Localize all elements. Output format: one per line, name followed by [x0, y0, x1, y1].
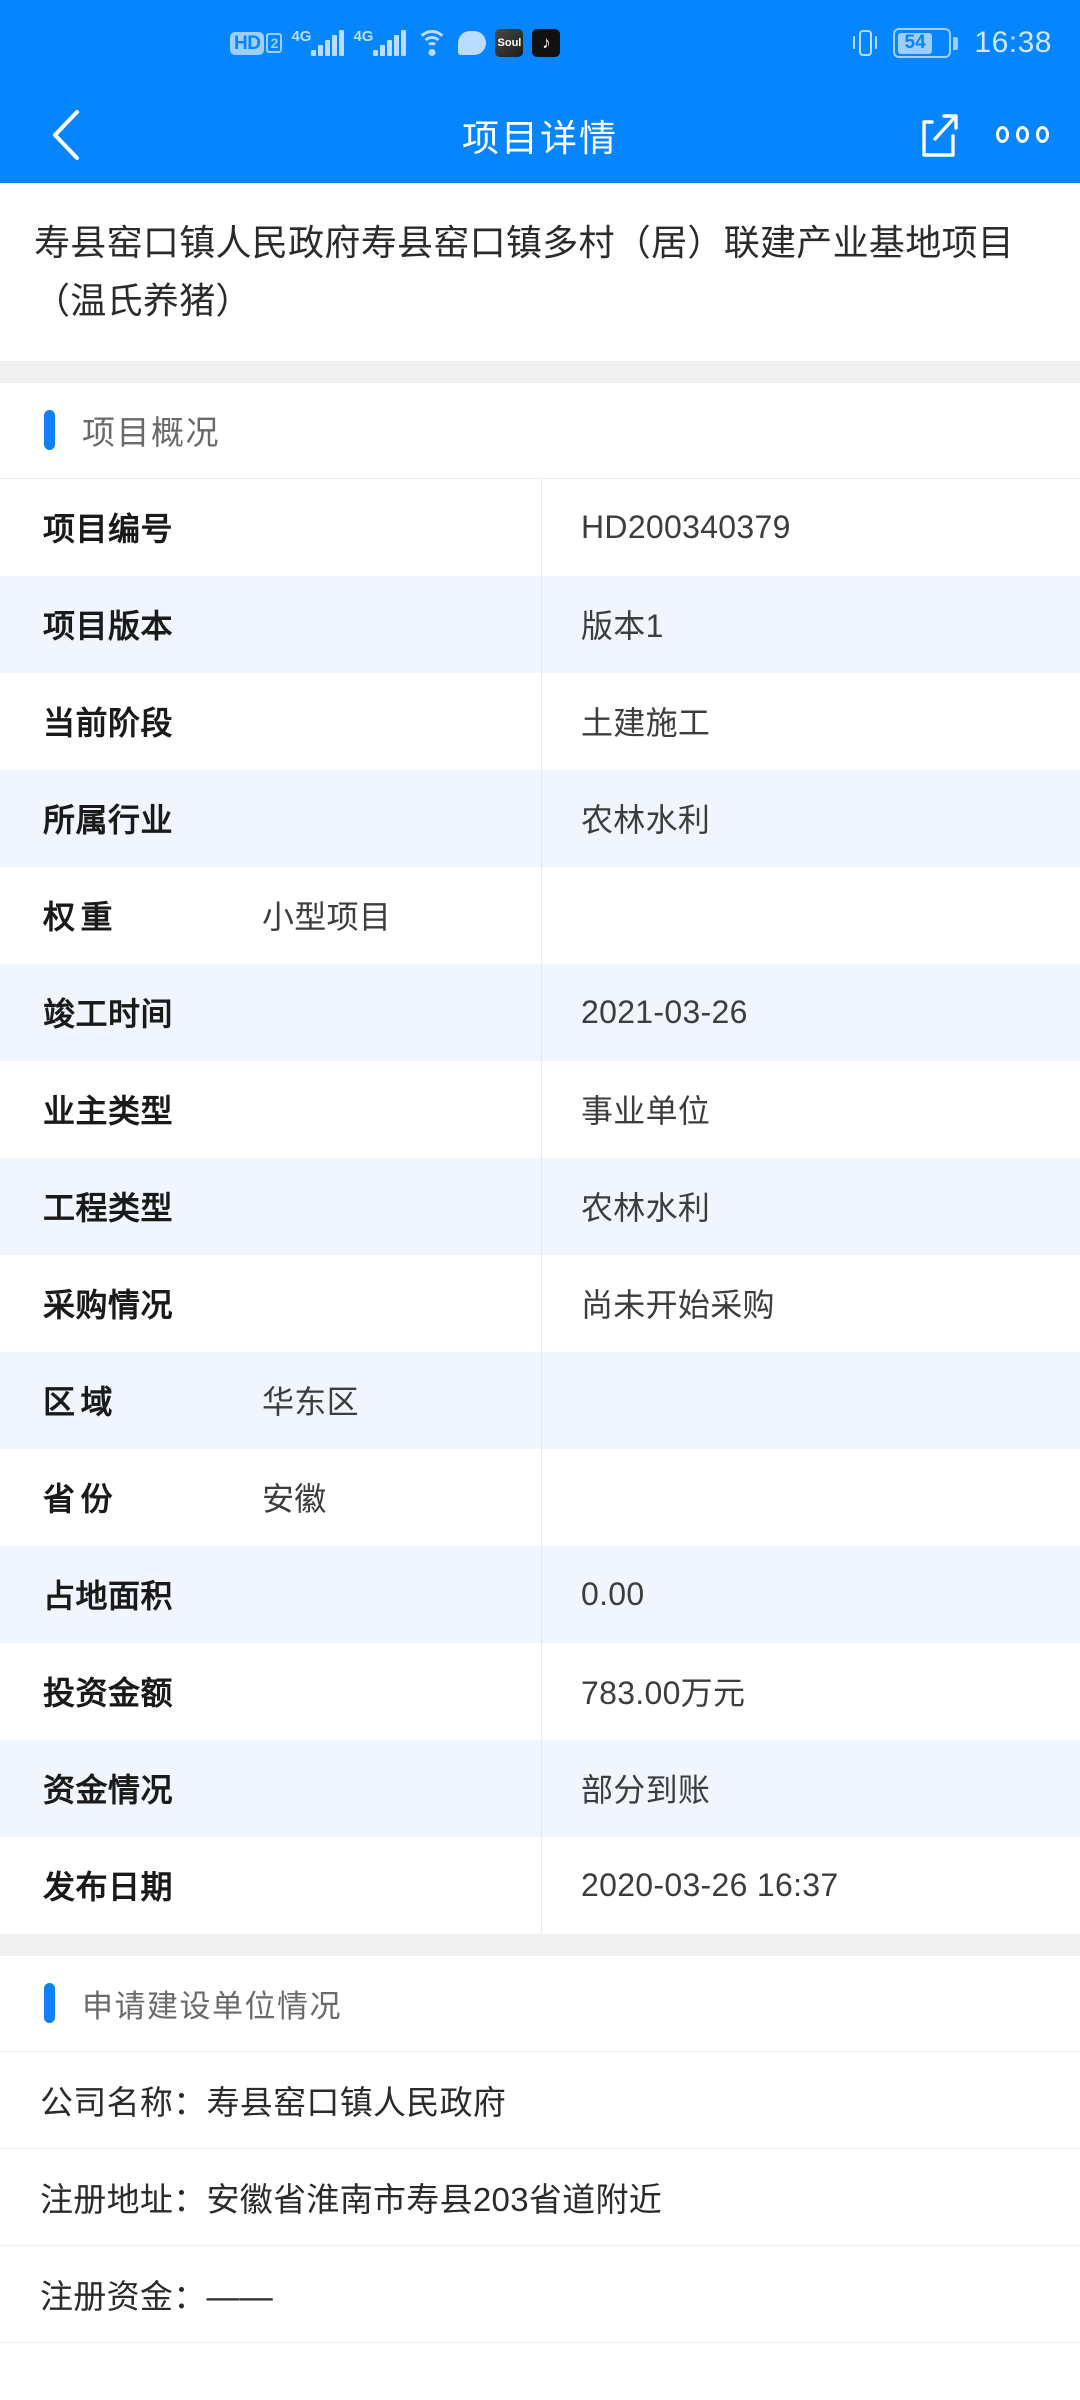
applicant-info-line: 注册地址：安徽省淮南市寿县203省道附近	[0, 2148, 1080, 2246]
row-key: 权重	[0, 892, 222, 938]
applicant-info-line: 公司名称：寿县窑口镇人民政府	[0, 2051, 1080, 2149]
status-bar-clock: 16:38	[974, 26, 1052, 59]
table-row: 投资金额 783.00万元	[0, 1642, 1080, 1740]
share-button[interactable]	[910, 107, 966, 163]
row-key: 区域	[0, 1377, 222, 1423]
status-bar-left-icons: HD 2 4G 4G Soul ♪	[230, 28, 561, 57]
navigation-actions	[910, 107, 1050, 163]
table-row: 所属行业 农林水利	[0, 769, 1080, 867]
table-row: 项目编号 HD200340379	[0, 478, 1080, 576]
battery-icon: 54	[893, 28, 959, 58]
section-title-applicant: 申请建设单位情况	[82, 1988, 342, 2024]
message-bubble-icon	[458, 31, 487, 55]
row-key-char: 份	[80, 1481, 113, 1518]
app-root: HD 2 4G 4G Soul ♪ 54 16:38 项目详情 寿县窑口镇人民政…	[0, 0, 1080, 2400]
hd-icon: HD 2	[230, 31, 283, 55]
row-value: HD200340379	[581, 508, 791, 545]
row-value: 华东区	[262, 1384, 359, 1421]
applicant-info-line: 注册资金：——	[0, 2245, 1080, 2343]
more-button[interactable]	[994, 107, 1050, 163]
table-row: 采购情况 尚未开始采购	[0, 1254, 1080, 1352]
row-key: 采购情况	[43, 1287, 174, 1324]
row-value: 版本1	[581, 608, 664, 645]
hd-label: HD	[230, 31, 265, 55]
table-row: 省份 安徽	[0, 1448, 1080, 1546]
battery-percent: 54	[897, 32, 933, 54]
row-key-char: 重	[80, 899, 113, 936]
row-value: 2020-03-26 16:37	[581, 1866, 839, 1903]
row-key: 资金情况	[43, 1772, 174, 1809]
row-value: 事业单位	[581, 1093, 711, 1130]
row-key: 工程类型	[43, 1190, 174, 1227]
row-key-char: 省	[43, 1481, 76, 1518]
project-title: 寿县窑口镇人民政府寿县窑口镇多村（居）联建产业基地项目（温氏养猪）	[0, 183, 1080, 361]
row-value: 783.00万元	[581, 1675, 746, 1712]
more-dots-icon	[995, 126, 1049, 143]
section-header-overview: 项目概况	[0, 382, 1080, 479]
back-button[interactable]	[36, 105, 96, 165]
section-divider-2	[0, 1933, 1080, 1956]
row-key: 发布日期	[43, 1869, 174, 1906]
section-accent-bar	[44, 1983, 55, 2024]
row-key: 投资金额	[43, 1675, 174, 1712]
network-type-label-2: 4G	[353, 28, 374, 45]
row-key: 占地面积	[43, 1578, 174, 1615]
tiktok-app-icon: ♪	[532, 29, 561, 57]
row-value: 安徽	[262, 1481, 327, 1518]
row-value: 2021-03-26	[581, 993, 748, 1030]
table-row: 权重 小型项目	[0, 866, 1080, 964]
signal-4g-icon-2: 4G	[353, 28, 407, 56]
row-value: 农林水利	[581, 1190, 711, 1227]
table-row: 项目版本 版本1	[0, 575, 1080, 673]
row-value: 尚未开始采购	[581, 1287, 775, 1324]
row-key: 当前阶段	[43, 705, 174, 742]
table-row: 占地面积 0.00	[0, 1545, 1080, 1643]
table-row: 区域 华东区	[0, 1351, 1080, 1449]
status-bar-right-icons: 54 16:38	[853, 26, 1052, 60]
table-row: 业主类型 事业单位	[0, 1060, 1080, 1158]
row-key: 业主类型	[43, 1093, 174, 1130]
table-row: 工程类型 农林水利	[0, 1157, 1080, 1255]
row-key: 项目版本	[43, 608, 174, 645]
row-key-char: 区	[43, 1384, 76, 1421]
row-value: 部分到账	[581, 1772, 711, 1809]
table-row: 竣工时间 2021-03-26	[0, 963, 1080, 1061]
vibrate-icon	[853, 28, 878, 58]
soul-app-icon: Soul	[495, 29, 524, 57]
row-value: 小型项目	[262, 899, 392, 936]
back-chevron-icon	[53, 109, 79, 160]
row-key-char: 域	[80, 1384, 113, 1421]
row-value: 农林水利	[581, 802, 711, 839]
table-row: 当前阶段 土建施工	[0, 672, 1080, 770]
section-header-applicant: 申请建设单位情况	[0, 1955, 1080, 2052]
share-icon	[922, 113, 958, 157]
table-row: 资金情况 部分到账	[0, 1739, 1080, 1837]
wifi-icon	[415, 30, 449, 56]
navigation-bar: 项目详情	[0, 86, 1080, 183]
row-value: 0.00	[581, 1575, 645, 1612]
row-key: 省份	[0, 1474, 222, 1520]
table-row: 发布日期 2020-03-26 16:37	[0, 1836, 1080, 1934]
row-key-char: 权	[43, 899, 76, 936]
network-type-label-1: 4G	[291, 28, 312, 45]
section-accent-bar	[44, 410, 55, 451]
applicant-info-block: 公司名称：寿县窑口镇人民政府 注册地址：安徽省淮南市寿县203省道附近 注册资金：—…	[0, 2051, 1080, 2343]
row-value: 土建施工	[581, 705, 711, 742]
signal-4g-icon-1: 4G	[291, 28, 345, 56]
row-key: 竣工时间	[43, 996, 174, 1033]
overview-table: 项目编号 HD200340379 项目版本 版本1 当前阶段 土建施工 所属行业 农林水利权重…	[0, 478, 1080, 1934]
section-divider-1	[0, 360, 1080, 383]
sim-number: 2	[266, 33, 283, 53]
row-key: 所属行业	[43, 802, 174, 839]
section-title-overview: 项目概况	[82, 414, 220, 452]
row-key: 项目编号	[43, 511, 174, 548]
status-bar: HD 2 4G 4G Soul ♪ 54 16:38	[0, 0, 1080, 86]
